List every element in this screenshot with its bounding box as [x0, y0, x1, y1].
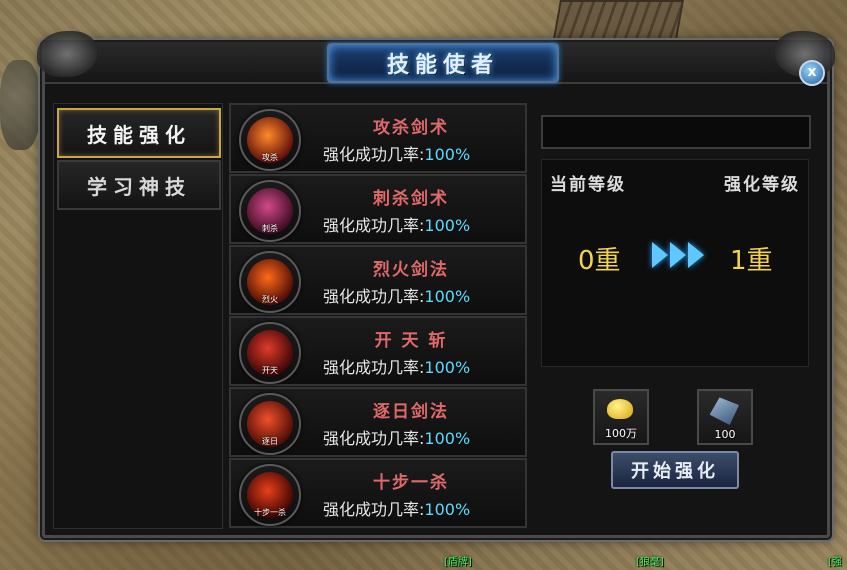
skill-row[interactable]: 刺杀 刺杀剑术 强化成功几率:100% — [229, 174, 527, 244]
upgrade-stone-icon — [708, 396, 739, 426]
skill-name: 逐日剑法 — [373, 402, 449, 422]
current-level-value: 0重 — [578, 246, 621, 276]
gold-ingot-icon — [607, 399, 633, 419]
skill-success-rate: 强化成功几率:100% — [323, 145, 471, 164]
sidebar-item-skill-enhance[interactable]: 技能强化 — [57, 108, 221, 158]
skill-icon: 开天 — [239, 322, 301, 384]
gold-cost-qty: 100万 — [605, 427, 637, 440]
current-level-label: 当前等级 — [550, 175, 626, 195]
skill-list: 攻杀 攻杀剑术 强化成功几率:100% 刺杀 刺杀剑术 强化成功几率:100% … — [229, 103, 527, 531]
upgrade-arrow-icon — [652, 242, 706, 274]
skill-row[interactable]: 烈火 烈火剑法 强化成功几率:100% — [229, 245, 527, 315]
skill-name: 烈火剑法 — [373, 260, 449, 280]
gold-cost-slot[interactable]: 100万 — [593, 389, 649, 445]
skill-success-rate: 强化成功几率:100% — [323, 500, 471, 519]
character-name-tag: [强 — [828, 557, 842, 568]
skill-envoy-window: 技能使者 x 技能强化 学习神技 攻杀 攻杀剑术 强化成功几率:100% 刺杀 … — [37, 31, 835, 538]
skill-name: 开 天 斩 — [374, 331, 448, 351]
enhance-panel: 当前等级 强化等级 0重 1重 100万 100 开始强化 — [539, 107, 811, 529]
window-title-plate: 技能使者 — [327, 43, 559, 83]
skill-name: 攻杀剑术 — [373, 118, 449, 138]
skill-success-rate: 强化成功几率:100% — [323, 429, 471, 448]
skill-row[interactable]: 十步一杀 十步一杀 强化成功几率:100% — [229, 458, 527, 528]
skill-icon: 逐日 — [239, 393, 301, 455]
skill-success-rate: 强化成功几率:100% — [323, 358, 471, 377]
skill-success-rate: 强化成功几率:100% — [323, 216, 471, 235]
skill-icon: 十步一杀 — [239, 464, 301, 526]
scenery-rock — [0, 60, 40, 150]
skill-name: 十步一杀 — [373, 473, 449, 493]
window-title: 技能使者 — [386, 52, 499, 78]
character-name-tag: [狼毫] — [636, 557, 664, 568]
target-level-value: 1重 — [730, 246, 773, 276]
selected-skill-box — [541, 115, 811, 149]
start-enhance-button[interactable]: 开始强化 — [611, 451, 739, 489]
skill-row[interactable]: 攻杀 攻杀剑术 强化成功几率:100% — [229, 103, 527, 173]
skill-icon: 刺杀 — [239, 180, 301, 242]
dragon-ornament-icon — [37, 31, 97, 77]
character-name-tag: [盾牌] — [444, 557, 472, 568]
skill-row[interactable]: 开天 开 天 斩 强化成功几率:100% — [229, 316, 527, 386]
skill-name: 刺杀剑术 — [373, 189, 449, 209]
material-cost-slot[interactable]: 100 — [697, 389, 753, 445]
target-level-label: 强化等级 — [724, 175, 800, 195]
skill-row[interactable]: 逐日 逐日剑法 强化成功几率:100% — [229, 387, 527, 457]
skill-icon: 烈火 — [239, 251, 301, 313]
sidebar-item-learn-divine-skill[interactable]: 学习神技 — [57, 160, 221, 210]
skill-icon: 攻杀 — [239, 109, 301, 171]
close-button[interactable]: x — [799, 60, 825, 86]
material-cost-qty: 100 — [714, 428, 736, 441]
sidebar: 技能强化 学习神技 — [53, 103, 223, 529]
level-panel: 当前等级 强化等级 0重 1重 — [541, 159, 809, 367]
skill-success-rate: 强化成功几率:100% — [323, 287, 471, 306]
